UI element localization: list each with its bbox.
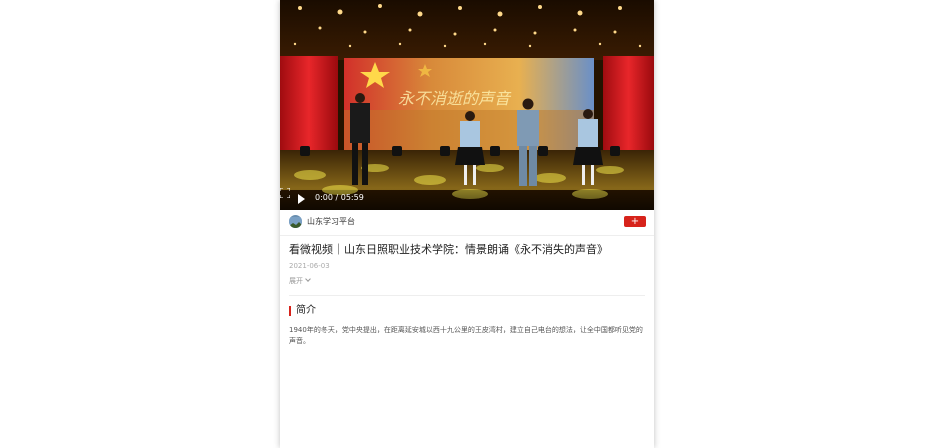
publish-date: 2021-06-03 <box>289 262 330 270</box>
channel-name[interactable]: 山东学习平台 <box>307 217 355 227</box>
section-accent-bar <box>289 306 291 316</box>
article-page: 永不消逝的声音 0:00 / 05:59 山东学习平台 + 看微视频｜山东日照职… <box>280 0 654 448</box>
divider <box>289 295 645 296</box>
video-player[interactable]: 永不消逝的声音 0:00 / 05:59 <box>280 0 654 210</box>
expand-label: 展开 <box>289 277 303 285</box>
play-icon[interactable] <box>298 194 305 204</box>
summary-heading: 简介 <box>296 305 316 316</box>
stage-banner-text: 永不消逝的声音 <box>398 89 512 108</box>
article-title: 看微视频｜山东日照职业技术学院：情景朗诵《永不消失的声音》 <box>289 243 608 256</box>
channel-bar: 山东学习平台 + <box>280 210 654 236</box>
summary-text: 1940年的冬天，党中央提出，在距离延安城以西十九公里的王皮湾村，建立自己电台的… <box>289 326 643 345</box>
video-frame: 永不消逝的声音 <box>280 0 654 199</box>
video-time: 0:00 / 05:59 <box>315 193 364 202</box>
expand-toggle[interactable]: 展开 <box>289 276 311 286</box>
follow-button[interactable]: + <box>624 216 646 227</box>
video-controls: 0:00 / 05:59 <box>280 188 654 210</box>
channel-avatar[interactable] <box>289 215 302 228</box>
chevron-down-icon <box>305 276 311 282</box>
fullscreen-icon[interactable] <box>280 188 290 198</box>
